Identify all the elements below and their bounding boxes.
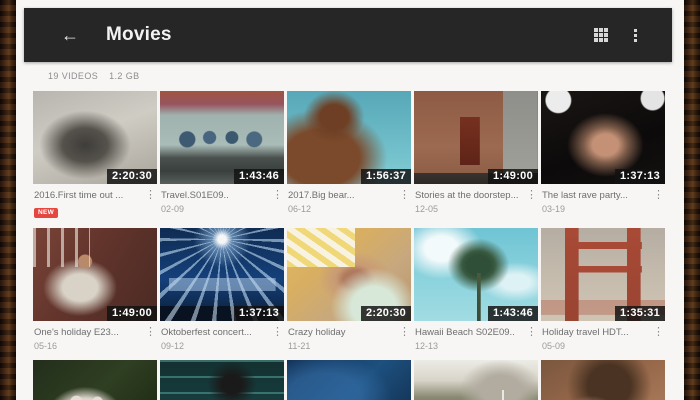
video-grid: 2:20:30 2016.First time out ... NEW ⋮ 1:… xyxy=(33,91,667,400)
video-caption: Stories at the doorstep... 12-05 ⋮ xyxy=(414,184,538,223)
video-card[interactable] xyxy=(541,360,665,400)
video-date: 02-09 xyxy=(161,204,272,214)
photo-frame-right xyxy=(684,0,700,400)
duration-badge: 1:35:31 xyxy=(615,306,665,321)
video-date: 05-16 xyxy=(34,341,145,351)
video-caption: One's holiday E23... 05-16 ⋮ xyxy=(33,321,157,360)
video-card[interactable] xyxy=(160,360,284,400)
new-badge: NEW xyxy=(34,208,58,218)
video-date: 06-12 xyxy=(288,204,399,214)
video-card[interactable]: 1:56:37 2017.Big bear... 06-12 ⋮ xyxy=(287,91,411,228)
video-thumbnail[interactable] xyxy=(33,360,157,400)
item-menu-icon[interactable]: ⋮ xyxy=(399,190,409,201)
video-thumbnail[interactable] xyxy=(541,360,665,400)
video-title: The last rave party... xyxy=(542,190,653,201)
video-thumbnail[interactable]: 1:56:37 xyxy=(287,91,411,184)
video-title: Holiday travel HDT... xyxy=(542,327,653,338)
duration-badge: 1:49:00 xyxy=(488,169,538,184)
video-title: One's holiday E23... xyxy=(34,327,145,338)
duration-badge: 1:37:13 xyxy=(615,169,665,184)
item-menu-icon[interactable]: ⋮ xyxy=(526,327,536,338)
video-thumbnail[interactable]: 1:49:00 xyxy=(414,91,538,184)
page-title: Movies xyxy=(106,24,172,46)
duration-badge: 1:56:37 xyxy=(361,169,411,184)
duration-badge: 2:20:30 xyxy=(361,306,411,321)
item-menu-icon[interactable]: ⋮ xyxy=(145,190,155,201)
video-caption: Oktoberfest concert... 09-12 ⋮ xyxy=(160,321,284,360)
item-menu-icon[interactable]: ⋮ xyxy=(145,327,155,338)
video-caption: The last rave party... 03-19 ⋮ xyxy=(541,184,665,223)
video-card[interactable] xyxy=(287,360,411,400)
video-title: 2017.Big bear... xyxy=(288,190,399,201)
video-card[interactable]: 1:49:00 One's holiday E23... 05-16 ⋮ xyxy=(33,228,157,360)
duration-badge: 1:43:46 xyxy=(488,306,538,321)
video-date: 05-09 xyxy=(542,341,653,351)
item-menu-icon[interactable]: ⋮ xyxy=(653,327,663,338)
video-thumbnail[interactable]: 1:43:46 xyxy=(160,91,284,184)
video-thumbnail[interactable]: 2:20:30 xyxy=(287,228,411,321)
video-date: 12-13 xyxy=(415,341,526,351)
video-title: Stories at the doorstep... xyxy=(415,190,526,201)
screen: ← Movies 19 VIDEOS 1.2 GB 2:20:30 2016.F… xyxy=(16,0,684,400)
video-caption: Crazy holiday 11-21 ⋮ xyxy=(287,321,411,360)
video-thumbnail[interactable]: 2:20:30 xyxy=(33,91,157,184)
video-card[interactable]: 1:49:00 Stories at the doorstep... 12-05… xyxy=(414,91,538,228)
grid-view-icon[interactable] xyxy=(594,28,608,42)
video-card[interactable]: 1:37:13 Oktoberfest concert... 09-12 ⋮ xyxy=(160,228,284,360)
video-caption: Travel.S01E09.. 02-09 ⋮ xyxy=(160,184,284,223)
item-menu-icon[interactable]: ⋮ xyxy=(399,327,409,338)
back-icon[interactable]: ← xyxy=(58,26,82,44)
video-count: 19 VIDEOS xyxy=(48,71,98,81)
video-thumbnail[interactable] xyxy=(414,360,538,400)
overflow-menu-icon[interactable] xyxy=(628,29,642,42)
video-thumbnail[interactable]: 1:49:00 xyxy=(33,228,157,321)
video-thumbnail[interactable] xyxy=(160,360,284,400)
duration-badge: 1:43:46 xyxy=(234,169,284,184)
video-title: Travel.S01E09.. xyxy=(161,190,272,201)
video-thumbnail[interactable]: 1:37:13 xyxy=(541,91,665,184)
item-menu-icon[interactable]: ⋮ xyxy=(526,190,536,201)
video-card[interactable]: 2:20:30 Crazy holiday 11-21 ⋮ xyxy=(287,228,411,360)
video-card[interactable]: 1:43:46 Hawaii Beach S02E09.. 12-13 ⋮ xyxy=(414,228,538,360)
video-card[interactable]: 1:37:13 The last rave party... 03-19 ⋮ xyxy=(541,91,665,228)
video-caption: 2016.First time out ... NEW ⋮ xyxy=(33,184,157,228)
video-caption: 2017.Big bear... 06-12 ⋮ xyxy=(287,184,411,223)
video-card[interactable]: 1:43:46 Travel.S01E09.. 02-09 ⋮ xyxy=(160,91,284,228)
video-card[interactable]: 1:35:31 Holiday travel HDT... 05-09 ⋮ xyxy=(541,228,665,360)
video-thumbnail[interactable] xyxy=(287,360,411,400)
video-date: 12-05 xyxy=(415,204,526,214)
total-size: 1.2 GB xyxy=(109,71,139,81)
duration-badge: 2:20:30 xyxy=(107,169,157,184)
video-title: 2016.First time out ... xyxy=(34,190,145,201)
video-title: Hawaii Beach S02E09.. xyxy=(415,327,526,338)
item-menu-icon[interactable]: ⋮ xyxy=(653,190,663,201)
video-thumbnail[interactable]: 1:37:13 xyxy=(160,228,284,321)
video-thumbnail[interactable]: 1:35:31 xyxy=(541,228,665,321)
video-caption: Hawaii Beach S02E09.. 12-13 ⋮ xyxy=(414,321,538,360)
duration-badge: 1:49:00 xyxy=(107,306,157,321)
video-caption: Holiday travel HDT... 05-09 ⋮ xyxy=(541,321,665,360)
video-card[interactable] xyxy=(414,360,538,400)
video-thumbnail[interactable]: 1:43:46 xyxy=(414,228,538,321)
duration-badge: 1:37:13 xyxy=(234,306,284,321)
video-date: 03-19 xyxy=(542,204,653,214)
folder-stats: 19 VIDEOS 1.2 GB xyxy=(33,71,667,81)
item-menu-icon[interactable]: ⋮ xyxy=(272,190,282,201)
video-card[interactable] xyxy=(33,360,157,400)
video-title: Crazy holiday xyxy=(288,327,399,338)
video-title: Oktoberfest concert... xyxy=(161,327,272,338)
photo-frame-left xyxy=(0,0,16,400)
item-menu-icon[interactable]: ⋮ xyxy=(272,327,282,338)
app-bar: ← Movies xyxy=(24,8,672,62)
video-card[interactable]: 2:20:30 2016.First time out ... NEW ⋮ xyxy=(33,91,157,228)
video-date: 11-21 xyxy=(288,341,399,351)
video-date: 09-12 xyxy=(161,341,272,351)
